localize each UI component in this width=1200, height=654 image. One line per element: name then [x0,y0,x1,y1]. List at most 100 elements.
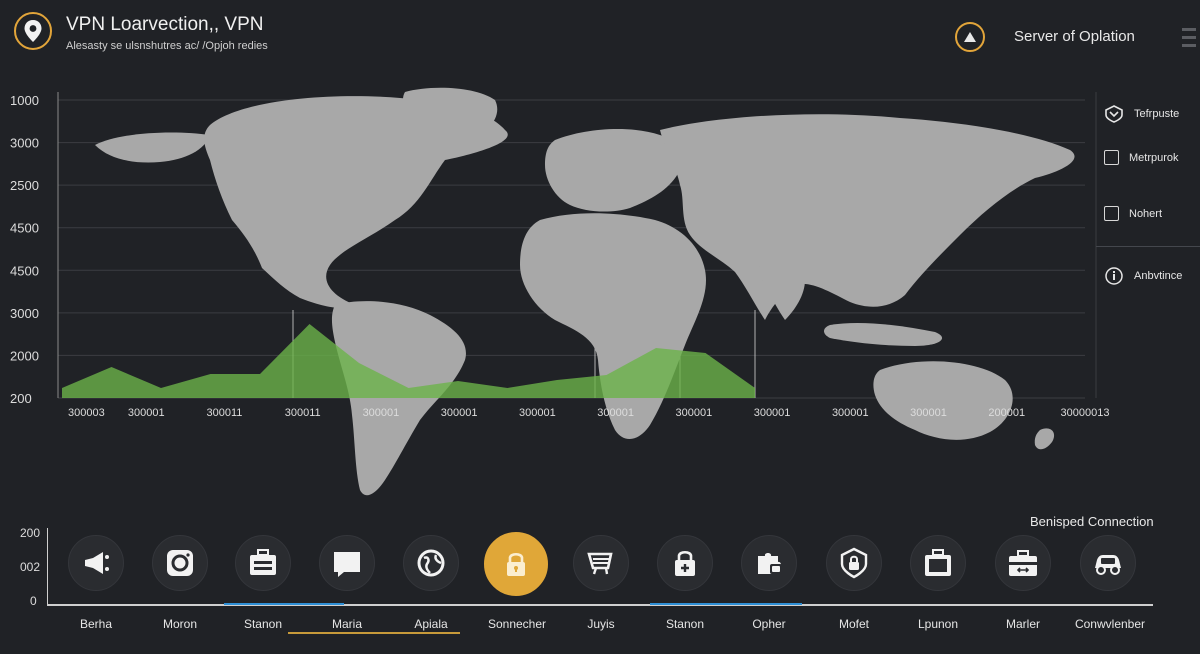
x-tick-label: 30000013 [1061,407,1110,419]
option-label: Nohert [1129,207,1163,220]
alaska [95,132,210,163]
server-select-button[interactable] [955,22,985,52]
x-tick-label: 200001 [988,407,1025,419]
checkbox-icon[interactable] [1104,150,1119,165]
connection-label: Stanon [243,617,283,631]
connection-label: Marler [1005,617,1040,631]
connection-label: Mofet [838,617,869,631]
connections-y-label: 0 [30,594,37,608]
connection-label: Sonnecher [487,617,547,631]
connection-marler-button[interactable] [995,535,1051,591]
x-tick-label: 300001 [128,407,165,419]
connection-moron-button[interactable] [152,535,208,591]
africa [520,213,706,440]
connections-y-axis [47,528,48,606]
globe-icon [417,549,445,577]
connection-stanon-lock-button[interactable] [657,535,713,591]
y-tick-label: 1000 [10,93,39,108]
connection-conwvlenber-button[interactable] [1080,535,1136,591]
shield-lock-icon [840,547,868,579]
option-tefrpuste[interactable]: Tefrpuste [1104,104,1179,124]
lock-icon [507,552,525,576]
connection-mofet-button[interactable] [826,535,882,591]
cart-icon [587,552,613,575]
option-metrpurok[interactable]: Metrpurok [1104,150,1179,165]
connection-label: Moron [162,617,197,631]
connections-baseline [47,604,1153,606]
y-tick-label: 2500 [10,178,39,193]
connection-label: Conwvlenber [1074,617,1146,631]
x-tick-label: 300001 [597,407,634,419]
connection-lpunon-button[interactable] [910,535,966,591]
connection-label: Opher [752,617,786,631]
connection-opher-button[interactable] [741,535,797,591]
indonesia [824,322,943,346]
europe [545,128,684,212]
connection-label: Maria [331,617,362,631]
y-tick-label: 200 [10,391,32,406]
y-tick-label: 3000 [10,306,39,321]
y-tick-label: 4500 [10,221,39,236]
x-tick-label: 300001 [441,407,478,419]
connection-label: Juyis [587,617,615,631]
selection-underline [224,603,344,605]
option-label: Anbvtince [1134,270,1183,282]
x-tick-label: 300011 [285,407,321,419]
connections-y-label: 002 [20,560,41,574]
x-tick-label: 300001 [832,407,869,419]
connection-stanon-button[interactable] [235,535,291,591]
info-icon [1105,267,1123,285]
selection-underline [288,632,460,634]
connection-sonnecher-button[interactable] [484,532,548,596]
connections-y-label: 200 [20,526,41,540]
connection-maria-button[interactable] [319,535,375,591]
x-tick-label: 300011 [207,407,243,419]
connection-label: Lpunon [917,617,959,631]
y-tick-label: 2000 [10,348,39,363]
x-tick-label: 300001 [675,407,712,419]
location-pin-icon [14,12,52,50]
menu-icon[interactable] [1182,28,1196,47]
toolbox-icon [1009,550,1037,576]
connection-label: Apiala [414,617,448,631]
briefcase-icon [250,549,276,575]
connection-label: Berha [79,617,113,631]
new-zealand [1034,428,1055,450]
megaphone-icon [85,552,109,574]
message-icon [334,552,360,577]
checkbox-icon[interactable] [1104,206,1119,221]
server-selection-label[interactable]: Server of Oplation [1014,28,1135,45]
connection-label: Stanon [665,617,705,631]
connections-title: Benisped Connection [1030,514,1154,529]
y-axis: 1000 3000 2500 4500 4500 3000 2000 200 [10,93,39,406]
selection-underline [650,603,802,605]
car-icon [1095,555,1121,575]
y-tick-label: 4500 [10,263,39,278]
option-label: Tefrpuste [1134,108,1180,120]
puzzle-icon [758,553,782,574]
y-tick-label: 3000 [10,136,39,151]
case-icon [925,549,951,576]
connection-berha-button[interactable] [68,535,124,591]
x-tick-label: 300001 [363,407,400,419]
x-tick-label: 300001 [519,407,556,419]
x-tick-label: 300001 [910,407,947,419]
option-label: Metrpurok [1129,151,1179,164]
x-tick-label: 300003 [68,407,105,419]
lock-plus-icon [675,550,695,576]
app-title: VPN Loarvection,, VPN [66,14,264,35]
world-map-chart: 1000 3000 2500 4500 4500 3000 2000 200 300003 30… [10,87,1110,496]
x-tick-label: 300001 [754,407,791,419]
option-nohert[interactable]: Nohert [1104,206,1162,221]
asia [660,114,1075,320]
triangle-up-icon [964,32,976,42]
option-anbvtince[interactable]: Anbvtince [1104,266,1182,286]
connection-apiala-button[interactable] [403,535,459,591]
options-divider [1096,246,1200,247]
world-map [95,87,1075,496]
app-subtitle: Alesasty se ulsnshutres ac/ /Opjoh redie… [66,40,268,52]
australia [873,361,1013,440]
camera-icon [167,550,193,576]
connection-juyis-button[interactable] [573,535,629,591]
shield-icon [1105,105,1123,123]
